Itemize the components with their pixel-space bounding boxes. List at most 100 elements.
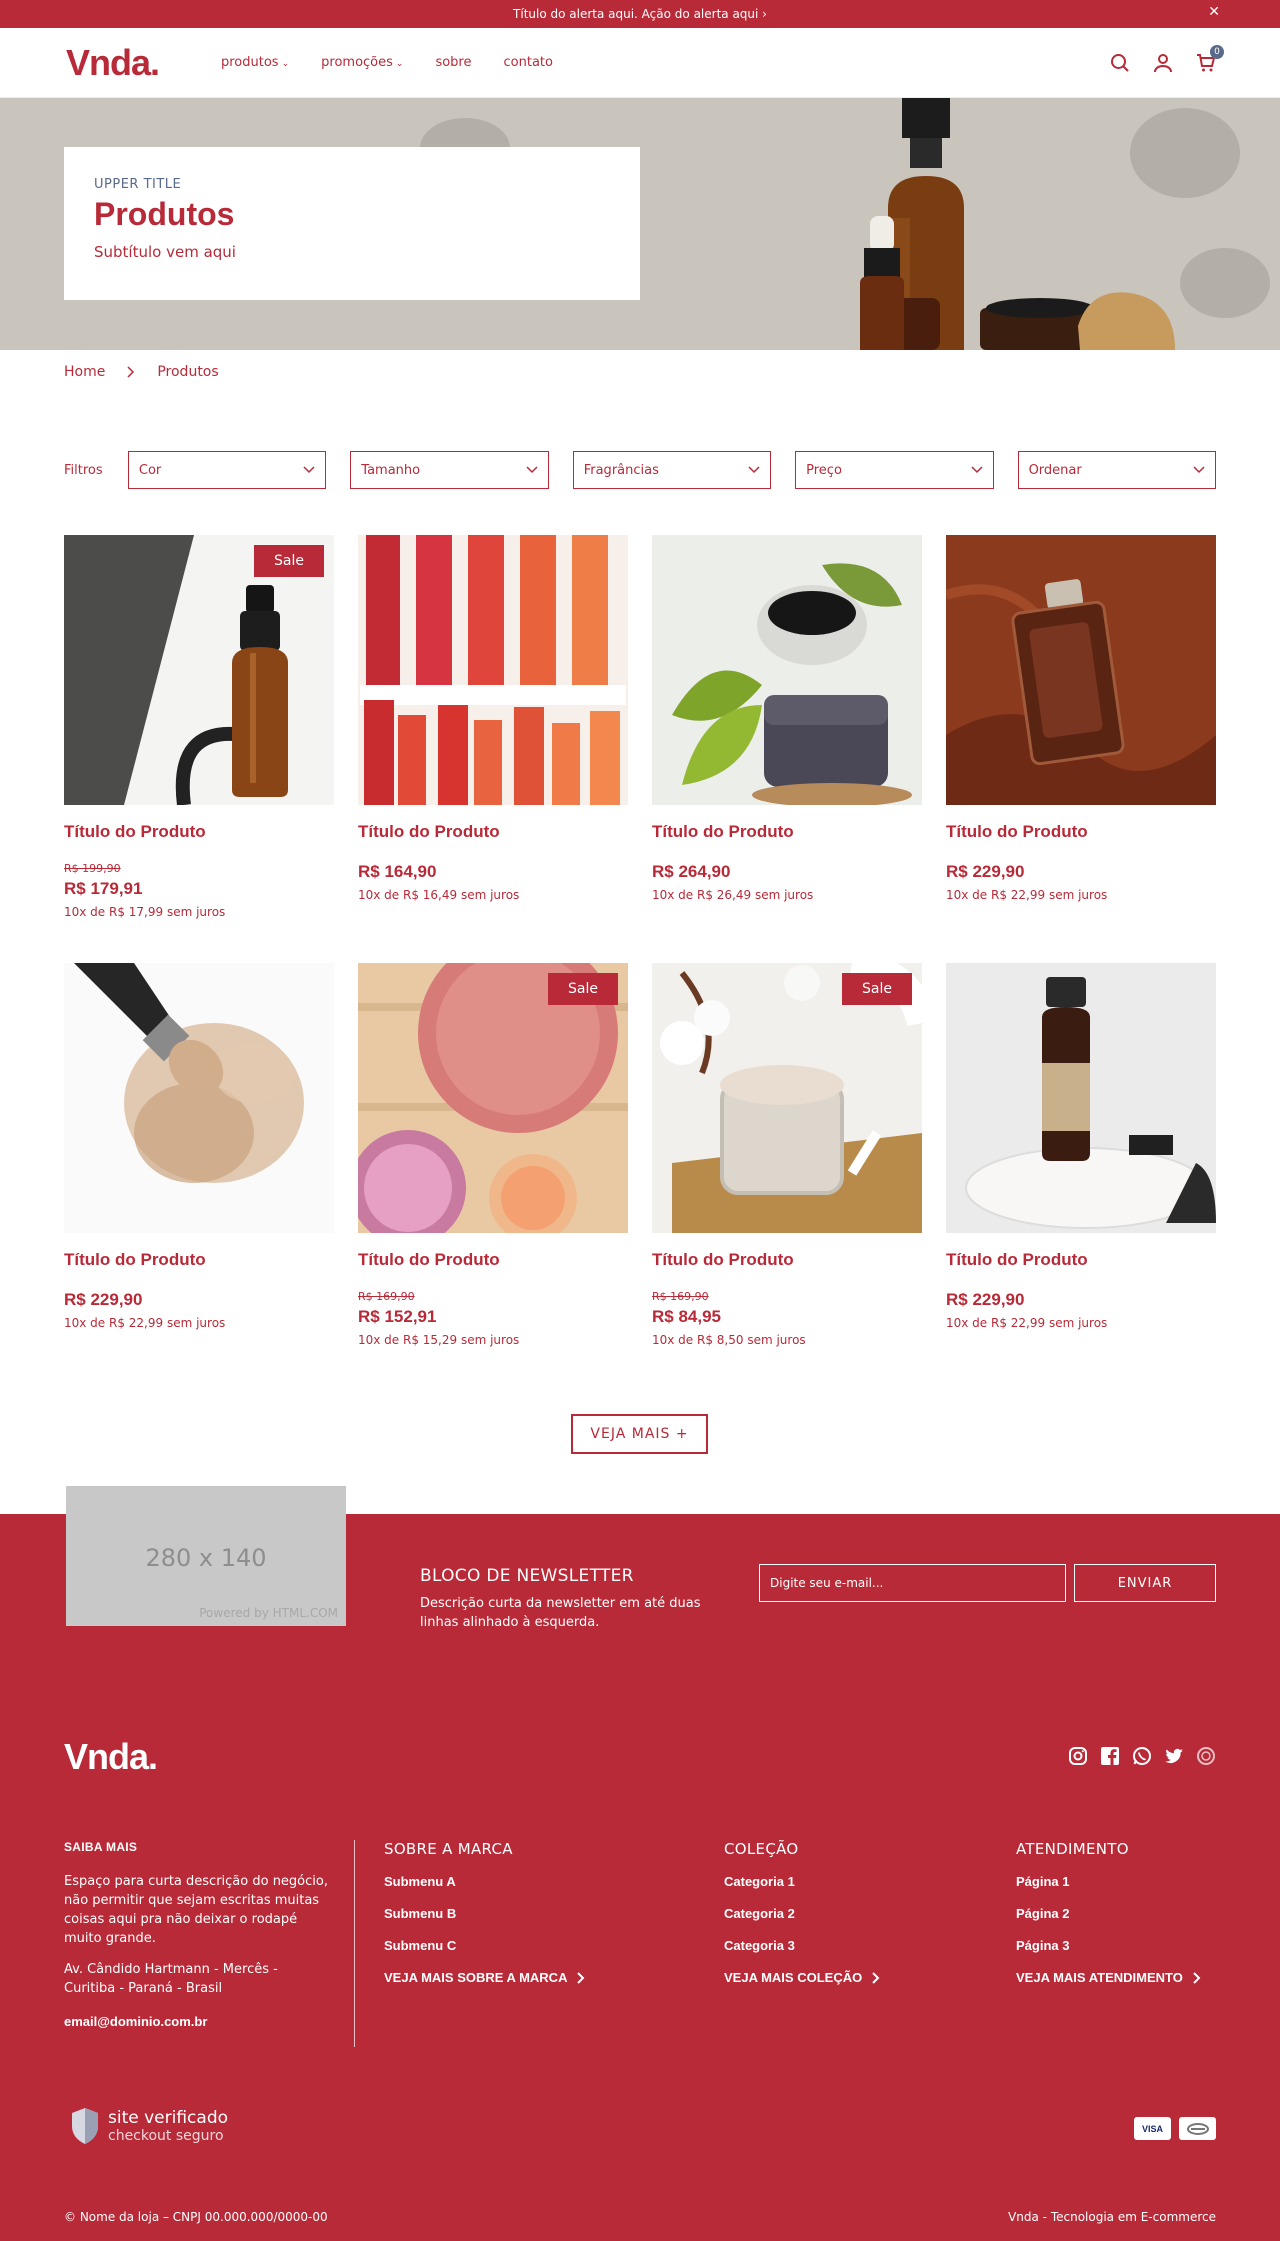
nav-item-sobre[interactable]: sobre: [435, 55, 471, 70]
chevron-down-icon: [303, 466, 315, 474]
footer-more-link[interactable]: VEJA MAIS SOBRE A MARCA: [384, 1970, 585, 1985]
product-image-lipsticks[interactable]: [358, 535, 628, 805]
product-card[interactable]: Sale Título do Produto R$ 199,90 R$ 179,…: [64, 535, 334, 963]
filter-preco[interactable]: Preço: [795, 451, 994, 489]
product-card[interactable]: Título do Produto R$ 229,90 10x de R$ 22…: [946, 963, 1216, 1391]
visa-icon: VISA: [1134, 2117, 1171, 2140]
instagram-icon[interactable]: [1068, 1746, 1088, 1766]
product-title[interactable]: Título do Produto: [652, 1250, 922, 1270]
product-image-charcoal-soap[interactable]: [652, 535, 922, 805]
product-card[interactable]: Título do Produto R$ 264,90 10x de R$ 26…: [652, 535, 922, 963]
product-old-price: R$ 169,90: [652, 1290, 709, 1303]
load-more-button[interactable]: VEJA MAIS +: [571, 1414, 708, 1454]
footer-divider: [354, 1840, 355, 2047]
search-icon[interactable]: [1110, 53, 1130, 73]
product-card[interactable]: Título do Produto R$ 229,90 10x de R$ 22…: [64, 963, 334, 1391]
product-card[interactable]: Título do Produto R$ 164,90 10x de R$ 16…: [358, 535, 628, 963]
product-price: R$ 152,91: [358, 1307, 437, 1326]
footer-about: SAIBA MAIS Espaço para curta descrição d…: [64, 1840, 332, 2029]
product-image-powder-brush[interactable]: [64, 963, 334, 1233]
product-old-price: R$ 199,90: [64, 862, 121, 875]
product-price: R$ 264,90: [652, 862, 731, 881]
footer-more-link[interactable]: VEJA MAIS COLEÇÃO: [724, 1970, 880, 1985]
filter-fragrancias[interactable]: Fragrâncias: [572, 451, 772, 489]
product-card[interactable]: Sale Título do Produto R$ 169,90 R$ 84,9…: [652, 963, 922, 1391]
product-card[interactable]: Sale Título do Produto R$ 169,90 R$ 152,…: [358, 963, 628, 1391]
product-title[interactable]: Título do Produto: [946, 1250, 1216, 1270]
product-image-scrub-jar[interactable]: Sale: [652, 963, 922, 1233]
product-price: R$ 84,95: [652, 1307, 721, 1326]
product-price: R$ 164,90: [358, 862, 437, 881]
filter-ordenar[interactable]: Ordenar: [1017, 451, 1216, 489]
sale-badge: Sale: [842, 973, 912, 1005]
product-card[interactable]: Título do Produto R$ 229,90 10x de R$ 22…: [946, 535, 1216, 963]
cart-count-badge: 0: [1210, 44, 1224, 59]
product-image-dropper-bottle[interactable]: Sale: [64, 535, 334, 805]
cosmetic-bottles-image: [860, 98, 1175, 350]
social-links: [1068, 1746, 1216, 1766]
product-price: R$ 179,91: [64, 879, 143, 898]
header-actions: 0: [1110, 44, 1224, 73]
nav-item-promocoes[interactable]: promoções ⌄: [321, 55, 403, 70]
product-title[interactable]: Título do Produto: [64, 1250, 334, 1270]
logo[interactable]: Vnda.: [66, 42, 221, 84]
footer-link[interactable]: Categoria 3: [724, 1938, 880, 1953]
product-title[interactable]: Título do Produto: [358, 1250, 628, 1270]
footer-column-colecao: COLEÇÃO Categoria 1 Categoria 2 Categori…: [724, 1840, 880, 1985]
close-icon[interactable]: ✕: [1208, 4, 1220, 20]
payment-methods: VISA: [1134, 2117, 1216, 2140]
product-installments: 10x de R$ 26,49 sem juros: [652, 888, 814, 902]
cart-icon[interactable]: 0: [1196, 44, 1224, 73]
footer-email[interactable]: email@dominio.com.br: [64, 2014, 332, 2029]
filter-tamanho[interactable]: Tamanho: [350, 451, 549, 489]
twitter-icon[interactable]: [1164, 1746, 1184, 1766]
footer-link[interactable]: Submenu C: [384, 1938, 585, 1953]
site-header: Vnda. produtos ⌄ promoções ⌄ sobre contato…: [0, 28, 1280, 98]
breadcrumb-home[interactable]: Home: [64, 364, 105, 380]
chevron-right-icon: [1193, 1971, 1201, 1984]
chevron-right-icon: [872, 1971, 880, 1984]
footer-link[interactable]: Página 1: [1016, 1874, 1201, 1889]
product-title[interactable]: Título do Produto: [946, 822, 1216, 842]
footer-about-text: Espaço para curta descrição do negócio, …: [64, 1874, 328, 1946]
product-image-perfume[interactable]: [946, 535, 1216, 805]
product-title[interactable]: Título do Produto: [358, 822, 628, 842]
footer-link[interactable]: Categoria 1: [724, 1874, 880, 1889]
pinterest-icon[interactable]: [1196, 1746, 1216, 1766]
footer-column-atendimento: ATENDIMENTO Página 1 Página 2 Página 3 V…: [1016, 1840, 1201, 1985]
chevron-right-icon: [127, 366, 135, 378]
footer-link[interactable]: Submenu A: [384, 1874, 585, 1889]
chevron-right-icon: [577, 1971, 585, 1984]
nav-item-produtos[interactable]: produtos ⌄: [221, 55, 289, 70]
product-installments: 10x de R$ 15,29 sem juros: [358, 1333, 520, 1347]
product-installments: 10x de R$ 22,99 sem juros: [946, 1316, 1108, 1330]
newsletter-title: BLOCO DE NEWSLETTER: [420, 1566, 634, 1586]
newsletter-submit-button[interactable]: ENVIAR: [1074, 1564, 1216, 1602]
footer-link[interactable]: Submenu B: [384, 1906, 585, 1921]
chevron-down-icon: [971, 466, 983, 474]
product-title[interactable]: Título do Produto: [652, 822, 922, 842]
alert-text[interactable]: Título do alerta aqui. Ação do alerta aq…: [513, 7, 767, 21]
filter-cor[interactable]: Cor: [127, 451, 327, 489]
platform-credit[interactable]: Vnda - Tecnologia em E-commerce: [1008, 2210, 1216, 2224]
whatsapp-icon[interactable]: [1132, 1746, 1152, 1766]
footer-address: Av. Cândido Hartmann - Mercês - Curitiba…: [64, 1962, 278, 1996]
facebook-icon[interactable]: [1100, 1746, 1120, 1766]
sale-badge: Sale: [254, 545, 324, 577]
shield-icon: [72, 2108, 98, 2144]
newsletter-email-input[interactable]: [759, 1564, 1066, 1602]
nav-item-contato[interactable]: contato: [504, 55, 553, 70]
product-installments: 10x de R$ 8,50 sem juros: [652, 1333, 806, 1347]
hero-banner: UPPER TITLE Produtos Subtítulo vem aqui: [0, 98, 1280, 350]
footer-link[interactable]: Categoria 2: [724, 1906, 880, 1921]
product-title[interactable]: Título do Produto: [64, 822, 334, 842]
footer-link[interactable]: Página 3: [1016, 1938, 1201, 1953]
newsletter-image: 280 x 140 Powered by HTML.COM: [66, 1486, 346, 1626]
product-image-amber-bottle[interactable]: [946, 963, 1216, 1233]
footer-logo[interactable]: Vnda.: [64, 1736, 158, 1778]
user-icon[interactable]: [1154, 53, 1172, 73]
footer-link[interactable]: Página 2: [1016, 1906, 1201, 1921]
footer-more-link[interactable]: VEJA MAIS ATENDIMENTO: [1016, 1970, 1201, 1985]
product-image-pigments[interactable]: Sale: [358, 963, 628, 1233]
footer-about-title: SAIBA MAIS: [64, 1840, 138, 1854]
